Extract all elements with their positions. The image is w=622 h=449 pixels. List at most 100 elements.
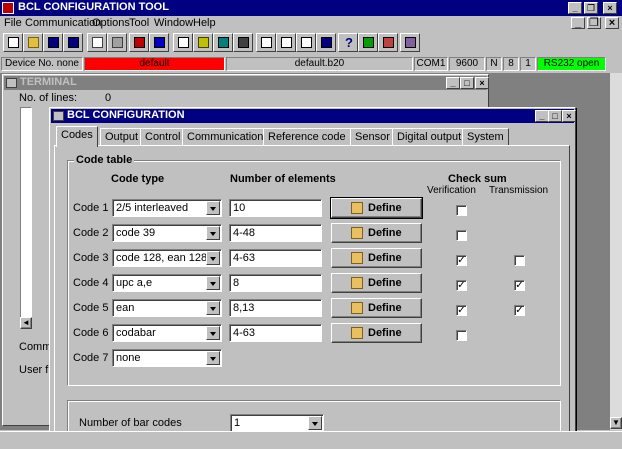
code-1-elements-input[interactable]: [229, 199, 322, 217]
tab-digital-output[interactable]: Digital output: [392, 128, 467, 146]
terminal-maximize-icon[interactable]: □: [460, 77, 474, 89]
baud-status: 9600: [449, 57, 485, 71]
code-4-type-select[interactable]: upc a,e: [112, 274, 222, 292]
code-5-verification-checkbox[interactable]: ✓: [456, 305, 467, 316]
chevron-down-icon[interactable]: [308, 416, 322, 430]
code-4-elements-input[interactable]: [229, 274, 322, 292]
scroll-left-icon[interactable]: ◄: [20, 317, 32, 329]
dialog-title-bar[interactable]: BCL CONFIGURATION _ □ ×: [51, 109, 576, 123]
code-1-elements-field[interactable]: [230, 200, 321, 216]
menu-help[interactable]: Help: [193, 17, 216, 29]
terminal-minimize-icon[interactable]: _: [446, 77, 460, 89]
print-setup-button[interactable]: [107, 33, 127, 52]
terminal-title-bar[interactable]: TERMINAL _ □ ×: [4, 76, 489, 90]
menu-tool[interactable]: Tool: [129, 17, 149, 29]
tab-output[interactable]: Output: [100, 128, 144, 146]
chevron-down-icon[interactable]: [206, 201, 220, 215]
dialog-minimize-icon[interactable]: _: [535, 110, 549, 122]
tab-control[interactable]: Control: [140, 128, 186, 146]
code-6-type-select[interactable]: codabar: [112, 324, 222, 342]
code-7-type-select[interactable]: none: [112, 349, 222, 367]
exit-button[interactable]: [400, 33, 420, 52]
window-button[interactable]: [256, 33, 276, 52]
chevron-down-icon[interactable]: [206, 326, 220, 340]
connection-status: RS232 open: [537, 57, 606, 71]
chevron-down-icon[interactable]: [206, 301, 220, 315]
code-3-elements-field[interactable]: [230, 250, 321, 266]
terminal-close-icon[interactable]: ×: [475, 77, 489, 89]
code-5-type-select[interactable]: ean: [112, 299, 222, 317]
terminal-button[interactable]: [316, 33, 336, 52]
code-6-elements-field[interactable]: [230, 325, 321, 341]
code-2-define-button[interactable]: Define: [331, 223, 422, 243]
mdi-minimize-icon[interactable]: _: [571, 17, 585, 29]
bar-codes-select[interactable]: 1: [230, 414, 324, 432]
help-button[interactable]: ?: [338, 33, 358, 52]
code-4-transmission-checkbox[interactable]: ✓: [514, 280, 525, 291]
chevron-down-icon[interactable]: [206, 276, 220, 290]
code-1-define-button[interactable]: Define: [331, 198, 422, 218]
tab-sensor[interactable]: Sensor: [350, 128, 395, 146]
grid-button[interactable]: [193, 33, 213, 52]
terminal-output[interactable]: [20, 107, 32, 327]
monitor-button[interactable]: [213, 33, 233, 52]
menu-communication[interactable]: Communication: [25, 17, 101, 29]
print-button[interactable]: [87, 33, 107, 52]
download-button[interactable]: [149, 33, 169, 52]
chevron-down-icon[interactable]: [206, 226, 220, 240]
save-as-button[interactable]: [63, 33, 83, 52]
code-1-verification-checkbox[interactable]: [456, 205, 467, 216]
code-4-elements-field[interactable]: [230, 275, 321, 291]
calc-button[interactable]: [173, 33, 193, 52]
close-icon[interactable]: ×: [603, 2, 617, 14]
bcl-configuration-window[interactable]: BCL CONFIGURATION _ □ × Codes Output Con…: [49, 107, 576, 437]
code-3-transmission-checkbox[interactable]: [514, 255, 525, 266]
split-button[interactable]: [276, 33, 296, 52]
tab-communication[interactable]: Communication: [182, 128, 269, 146]
save-button[interactable]: [43, 33, 63, 52]
mdi-restore-icon[interactable]: ❐: [587, 17, 601, 29]
code-1-type-select[interactable]: 2/5 interleaved: [112, 199, 222, 217]
chevron-down-icon[interactable]: [206, 351, 220, 365]
menu-options[interactable]: Options: [92, 17, 130, 29]
tab-system[interactable]: System: [462, 128, 509, 146]
code-3-elements-input[interactable]: [229, 249, 322, 267]
code-6-define-button[interactable]: Define: [331, 323, 422, 343]
chevron-down-icon[interactable]: [206, 251, 220, 265]
code-5-define-button[interactable]: Define: [331, 298, 422, 318]
code-6-verification-checkbox[interactable]: [456, 330, 467, 341]
code-3-verification-checkbox[interactable]: ✓: [456, 255, 467, 266]
code-5-transmission-checkbox[interactable]: ✓: [514, 305, 525, 316]
mdi-close-icon[interactable]: ×: [605, 17, 619, 29]
upload-button[interactable]: [129, 33, 149, 52]
minimize-icon[interactable]: _: [568, 2, 582, 14]
code-2-elements-field[interactable]: [230, 225, 321, 241]
info-button[interactable]: [378, 33, 398, 52]
restore-icon[interactable]: ❐: [584, 2, 598, 14]
menu-file[interactable]: File: [4, 17, 22, 29]
code-2-type-select[interactable]: code 39: [112, 224, 222, 242]
code-2-verification-checkbox[interactable]: [456, 230, 467, 241]
code-5-elements-input[interactable]: [229, 299, 322, 317]
code-2-elements-input[interactable]: [229, 224, 322, 242]
tab-reference-code[interactable]: Reference code: [263, 128, 351, 146]
code-6-elements-input[interactable]: [229, 324, 322, 342]
open-file-button[interactable]: [23, 33, 43, 52]
scanner-button[interactable]: [233, 33, 253, 52]
code-3-define-button[interactable]: Define: [331, 248, 422, 268]
scroll-down-icon[interactable]: ▼: [610, 417, 622, 429]
code-4-verification-checkbox[interactable]: ✓: [456, 280, 467, 291]
dialog-close-icon[interactable]: ×: [562, 110, 576, 122]
cascade-button[interactable]: [296, 33, 316, 52]
status-row: Device No. none default default.b20 COM1…: [0, 57, 622, 71]
code-5-elements-field[interactable]: [230, 300, 321, 316]
code-4-define-button[interactable]: Define: [331, 273, 422, 293]
context-help-button[interactable]: [358, 33, 378, 52]
menu-window[interactable]: Window: [154, 17, 193, 29]
workspace-scrollbar[interactable]: ▼: [610, 73, 622, 430]
new-file-button[interactable]: [3, 33, 23, 52]
dialog-maximize-icon[interactable]: □: [548, 110, 562, 122]
tab-codes[interactable]: Codes: [56, 126, 98, 147]
code-6-type-value: codabar: [116, 327, 156, 339]
code-3-type-select[interactable]: code 128, ean 128: [112, 249, 222, 267]
